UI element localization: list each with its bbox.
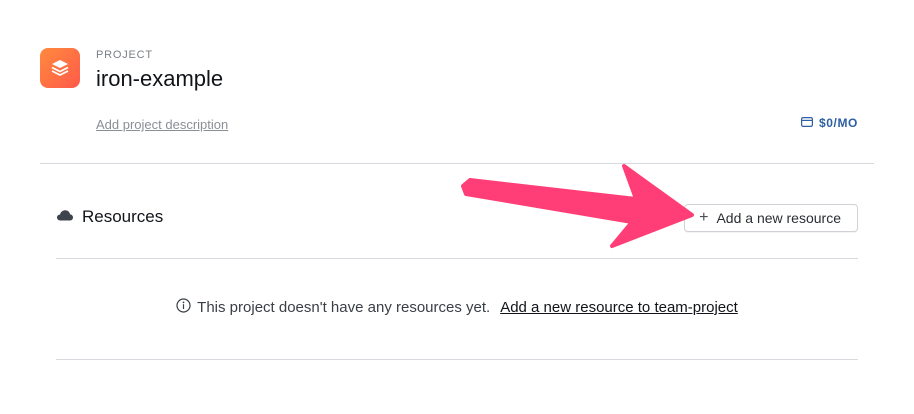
empty-state-message: This project doesn't have any resources … [197, 299, 491, 316]
add-resource-label: Add a new resource [716, 210, 841, 226]
add-resource-to-team-link[interactable]: Add a new resource to team-project [500, 299, 738, 316]
resources-title: Resources [82, 207, 164, 226]
empty-state: This project doesn't have any resources … [0, 298, 914, 317]
cost-badge: $0/MO [800, 116, 858, 130]
project-name: iron-example [96, 66, 224, 91]
add-resource-button[interactable]: + Add a new resource [684, 204, 858, 232]
resources-divider [56, 258, 858, 259]
credit-card-icon [800, 116, 813, 130]
resources-header: Resources [56, 207, 163, 227]
project-page: PROJECT iron-example Add project descrip… [0, 0, 914, 414]
cost-label: $0/MO [818, 116, 858, 130]
bottom-divider [56, 359, 858, 360]
cloud-icon [56, 208, 74, 226]
add-project-description-link[interactable]: Add project description [96, 117, 228, 132]
layers-icon [40, 48, 80, 88]
header-divider [40, 163, 874, 164]
info-icon [176, 298, 191, 317]
plus-icon: + [699, 209, 709, 226]
project-eyebrow: PROJECT [96, 49, 153, 61]
